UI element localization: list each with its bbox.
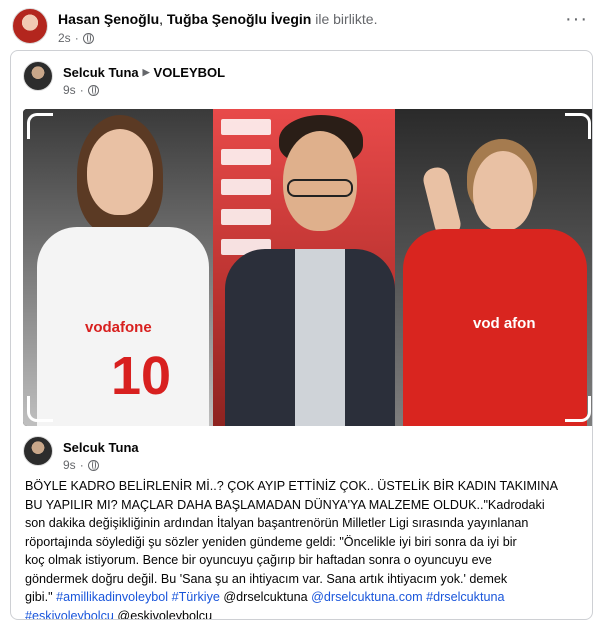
left-jersey-number: 10 [111, 346, 172, 406]
post-text-line: gibi." #amillikadinvoleybol #Türkiye @dr… [25, 588, 581, 607]
post-time[interactable]: 9s [63, 83, 76, 97]
group-link[interactable]: VOLEYBOL [154, 65, 226, 80]
avatar[interactable] [23, 61, 53, 91]
photo-panel-right-player: vod afon [395, 109, 592, 426]
post-time[interactable]: 2s [58, 31, 71, 45]
hashtag-link[interactable]: #amillikadinvoleybol [56, 590, 168, 604]
post-text-line: koç olmak istiyorum. Bence bir oyuncuyu … [25, 553, 492, 567]
post-text-fragment: gibi." [25, 590, 57, 604]
avatar[interactable] [23, 436, 53, 466]
post-text-line: son dakika değişikliğinin ardından İtaly… [25, 516, 529, 530]
avatar[interactable] [12, 8, 48, 44]
globe-icon [87, 84, 99, 96]
author-link[interactable]: Selcuk Tuna [63, 440, 139, 455]
separator-text: , [159, 11, 167, 27]
inner-post-meta: 9s · [63, 458, 99, 472]
photo-panel-middle-coach [213, 109, 395, 426]
left-sponsor-logo: vodafone [85, 319, 152, 336]
author-link[interactable]: Hasan Şenoğlu [58, 11, 159, 27]
photo-panel-left-player: vodafone 10 [23, 109, 213, 426]
post-text-fragment: @eskivoleybolcu [113, 608, 213, 620]
shared-post-meta: 9s · [63, 83, 99, 97]
post-text-fragment: @drselcuktuna [219, 590, 312, 604]
post-photo[interactable]: vodafone 10 vod afon [23, 109, 592, 426]
outer-post-title: Hasan Şenoğlu, Tuğba Şenoğlu İvegin ile … [58, 11, 377, 27]
caret-right-icon: ▶ [142, 67, 150, 77]
tagged-user-link[interactable]: Tuğba Şenoğlu İvegin [167, 11, 311, 27]
globe-icon [82, 32, 94, 44]
shared-post-card[interactable]: Selcuk Tuna ▶ VOLEYBOL 9s · vodafone 10 [10, 50, 593, 620]
with-text: ile birlikte. [311, 11, 378, 27]
more-options-button[interactable]: ··· [565, 9, 588, 29]
hashtag-link[interactable]: #eskivoleybolcu [25, 609, 114, 620]
right-sponsor-logo: vod afon [473, 315, 536, 332]
outer-post-header: Hasan Şenoğlu, Tuğba Şenoğlu İvegin ile … [12, 8, 588, 48]
hashtag-link[interactable]: #Türkiye [172, 590, 220, 604]
mention-link[interactable]: @drselcuktuna.com [311, 590, 422, 604]
post-text-line: #eskivoleybolcu @eskivoleybolcu [25, 607, 581, 620]
shared-post-header: Selcuk Tuna ▶ VOLEYBOL 9s · [23, 61, 580, 101]
glasses-icon [287, 179, 353, 197]
hashtag-link[interactable]: #drselcuktuna [426, 590, 504, 604]
inner-post-header: Selcuk Tuna 9s · [23, 436, 580, 476]
post-text-line: röportajında söylediği şu sözler yeniden… [25, 534, 517, 549]
post-body-text: BÖYLE KADRO BELİRLENİR Mİ..? ÇOK AYIP ET… [25, 477, 581, 620]
outer-post-meta: 2s · [58, 31, 94, 45]
post-text-line: göndermek doğru değil. Bu 'Sana şu an ih… [25, 571, 508, 586]
post-text-line: BÖYLE KADRO BELİRLENİR Mİ..? ÇOK AYIP ET… [25, 479, 559, 493]
post-text-line: BU YAPILIR MI? MAÇLAR DAHA BAŞLAMADAN DÜ… [25, 497, 545, 512]
shared-post-author-line: Selcuk Tuna ▶ VOLEYBOL [63, 65, 225, 80]
post-time[interactable]: 9s [63, 458, 76, 472]
author-link[interactable]: Selcuk Tuna [63, 65, 139, 80]
globe-icon [87, 459, 99, 471]
